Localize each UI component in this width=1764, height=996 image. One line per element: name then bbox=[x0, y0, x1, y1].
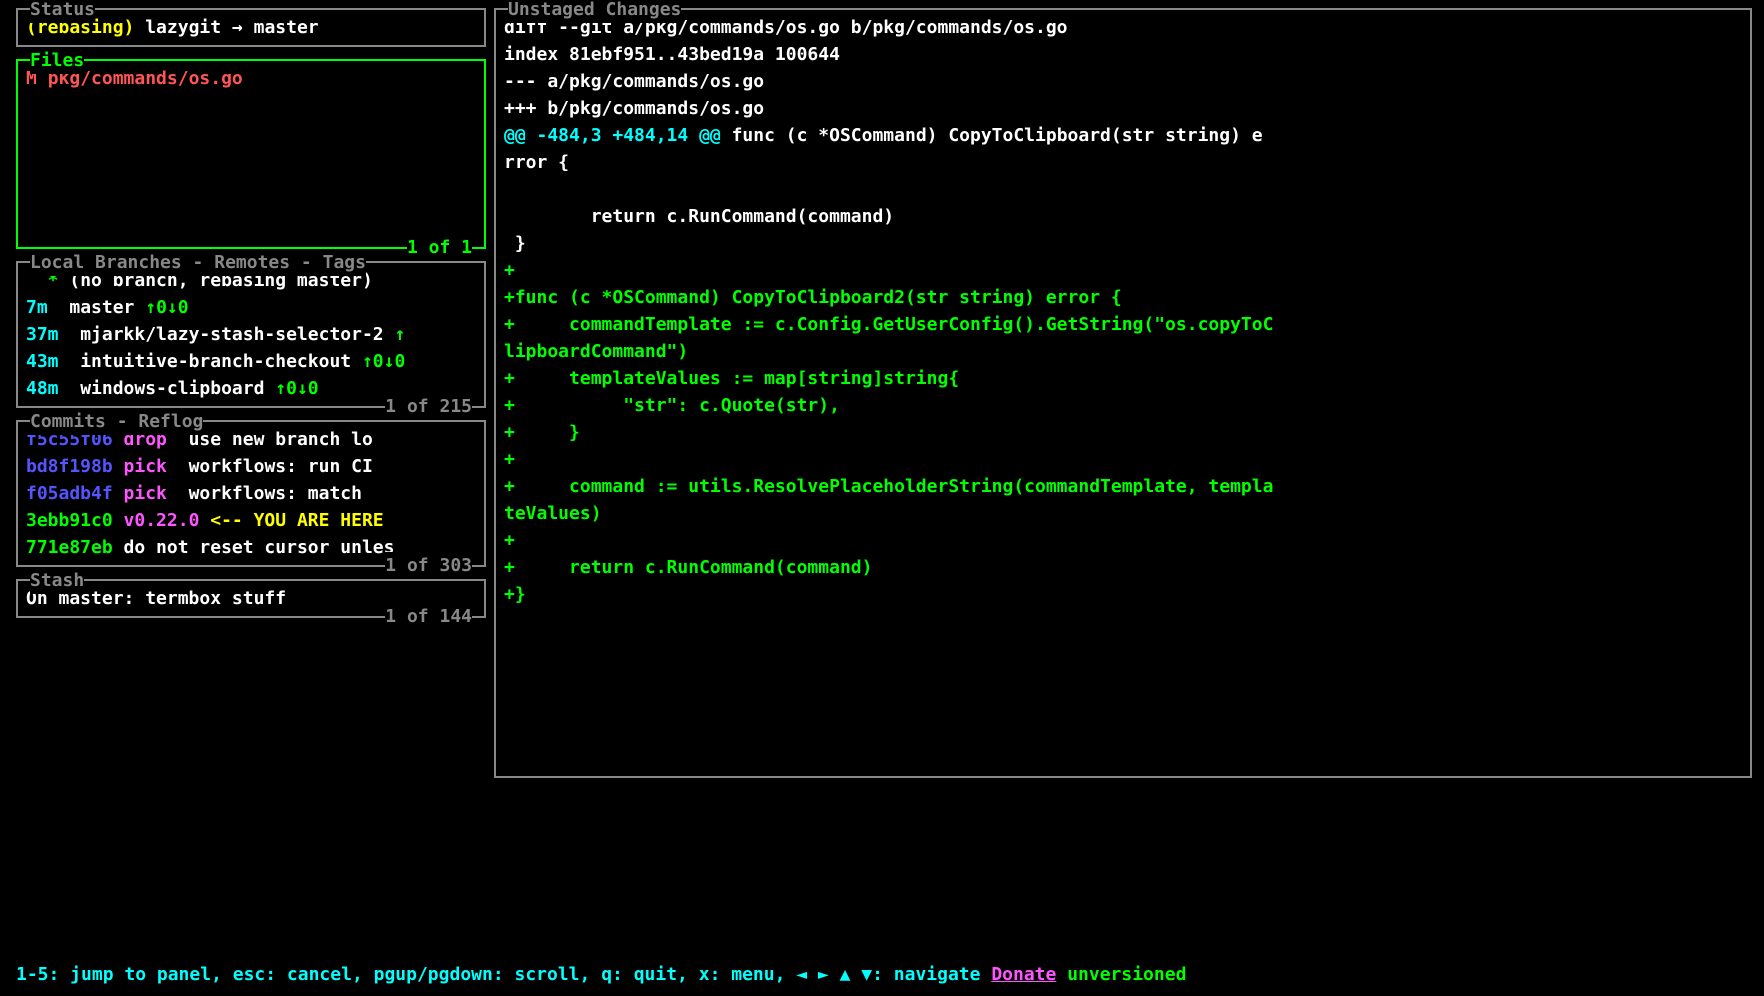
donate-link[interactable]: Donate bbox=[991, 964, 1056, 985]
branch-entry[interactable]: 37m mjarkk/lazy-stash-selector-2 ↑ bbox=[26, 321, 476, 348]
diff-line: + command := utils.ResolvePlaceholderStr… bbox=[504, 473, 1742, 500]
files-panel[interactable]: Files M pkg/commands/os.go 1 of 1 bbox=[16, 59, 486, 249]
diff-line: +func (c *OSCommand) CopyToClipboard2(st… bbox=[504, 284, 1742, 311]
file-entry[interactable]: M pkg/commands/os.go bbox=[26, 65, 476, 92]
branches-panel[interactable]: Local Branches - Remotes - Tags * (no br… bbox=[16, 261, 486, 408]
status-panel[interactable]: Status (rebasing) lazygit → master bbox=[16, 8, 486, 47]
diff-line: + bbox=[504, 527, 1742, 554]
remotes-tab[interactable]: Remotes bbox=[214, 252, 290, 273]
tags-tab[interactable]: Tags bbox=[323, 252, 366, 273]
diff-line: @@ -484,3 +484,14 @@ func (c *OSCommand)… bbox=[504, 122, 1742, 149]
commits-title[interactable]: Commits bbox=[30, 411, 106, 432]
branches-title[interactable]: Local Branches bbox=[30, 252, 182, 273]
diff-line: +} bbox=[504, 581, 1742, 608]
diff-line: + commandTemplate := c.Config.GetUserCon… bbox=[504, 311, 1742, 338]
diff-line: } bbox=[504, 230, 1742, 257]
diff-body: diff --git a/pkg/commands/os.go b/pkg/co… bbox=[504, 14, 1742, 608]
diff-line: + bbox=[504, 257, 1742, 284]
diff-line: + } bbox=[504, 419, 1742, 446]
commits-panel[interactable]: Commits - Reflog f5c55f06 drop use new b… bbox=[16, 420, 486, 567]
diff-line: return c.RunCommand(command) bbox=[504, 203, 1742, 230]
diff-line: + templateValues := map[string]string{ bbox=[504, 365, 1742, 392]
stash-title: Stash bbox=[30, 570, 84, 591]
diff-line: + return c.RunCommand(command) bbox=[504, 554, 1742, 581]
diff-line: diff --git a/pkg/commands/os.go b/pkg/co… bbox=[504, 14, 1742, 41]
diff-title: Unstaged Changes bbox=[508, 0, 681, 20]
commit-entry[interactable]: f05adb4f pick workflows: match bbox=[26, 480, 476, 507]
commits-count: 1 of 303 bbox=[385, 552, 472, 579]
files-count: 1 of 1 bbox=[407, 234, 472, 261]
status-title: Status bbox=[30, 0, 95, 20]
reflog-tab[interactable]: Reflog bbox=[138, 411, 203, 432]
branch-entry[interactable]: 7m master ↑0↓0 bbox=[26, 294, 476, 321]
diff-panel[interactable]: Unstaged Changes diff --git a/pkg/comman… bbox=[494, 8, 1752, 778]
diff-line: lipboardCommand") bbox=[504, 338, 1742, 365]
diff-line: --- a/pkg/commands/os.go bbox=[504, 68, 1742, 95]
diff-line: teValues) bbox=[504, 500, 1742, 527]
diff-line: + bbox=[504, 446, 1742, 473]
help-bar: 1-5: jump to panel, esc: cancel, pgup/pg… bbox=[16, 961, 1748, 988]
diff-line: rror { bbox=[504, 149, 1742, 176]
branch-entry[interactable]: 43m intuitive-branch-checkout ↑0↓0 bbox=[26, 348, 476, 375]
branches-count: 1 of 215 bbox=[385, 393, 472, 420]
files-title: Files bbox=[30, 50, 84, 71]
commit-entry[interactable]: 3ebb91c0 v0.22.0 <-- YOU ARE HERE bbox=[26, 507, 476, 534]
diff-line: +++ b/pkg/commands/os.go bbox=[504, 95, 1742, 122]
stash-panel[interactable]: Stash On master: termbox stuff 1 of 144 bbox=[16, 579, 486, 618]
commit-entry[interactable]: bd8f198b pick workflows: run CI bbox=[26, 453, 476, 480]
diff-line: index 81ebf951..43bed19a 100644 bbox=[504, 41, 1742, 68]
diff-line: + "str": c.Quote(str), bbox=[504, 392, 1742, 419]
diff-line bbox=[504, 176, 1742, 203]
stash-count: 1 of 144 bbox=[385, 603, 472, 630]
